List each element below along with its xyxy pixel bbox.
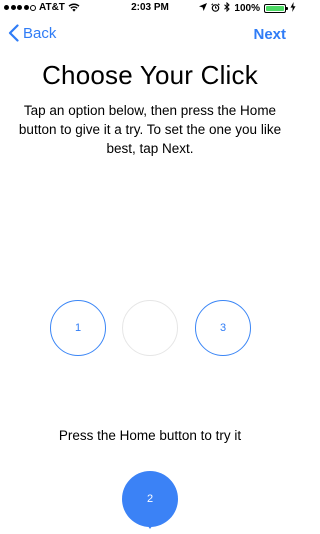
click-option-1[interactable]: 1 xyxy=(50,300,106,356)
click-option-2[interactable] xyxy=(122,300,178,356)
back-button[interactable]: Back xyxy=(8,24,56,42)
instructions-text: Tap an option below, then press the Home… xyxy=(18,103,282,156)
try-hint: Press the Home button to try it xyxy=(58,428,242,443)
click-option-3[interactable]: 3 xyxy=(195,300,251,356)
status-bar: AT&T 2:03 PM 100% xyxy=(0,0,300,16)
bluetooth-icon xyxy=(224,1,231,15)
back-label: Back xyxy=(23,24,57,42)
location-arrow-icon xyxy=(199,3,208,14)
page-title: Choose Your Click xyxy=(42,60,258,90)
selected-option-indicator: 2 xyxy=(122,471,178,529)
selected-option-label: 2 xyxy=(146,493,154,505)
alarm-icon xyxy=(211,2,221,15)
chevron-left-icon xyxy=(8,24,19,42)
battery-icon xyxy=(264,4,288,13)
next-button[interactable]: Next xyxy=(253,26,286,43)
battery-percent: 100% xyxy=(234,3,260,14)
charging-bolt-icon xyxy=(290,2,296,15)
